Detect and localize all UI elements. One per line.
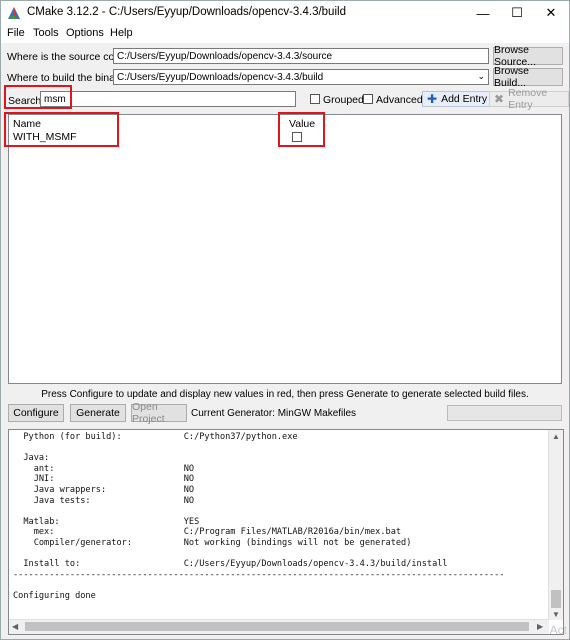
remove-entry-button[interactable]: ✖ Remove Entry [489,87,569,111]
maximize-button[interactable]: ☐ [500,1,534,25]
progress-bar [447,405,562,421]
activation-watermark: Act [549,623,567,637]
menu-bar: File Tools Options Help [1,25,569,43]
minimize-button[interactable]: — [466,1,500,25]
scroll-right-icon[interactable]: ▶ [537,622,543,631]
title-bar: CMake 3.12.2 - C:/Users/Eyyup/Downloads/… [1,1,569,25]
scroll-up-icon[interactable]: ▲ [552,432,560,441]
value-column-highlight-box [278,112,325,147]
chevron-down-icon[interactable]: ⌄ [477,71,485,82]
add-entry-button[interactable]: ✚ Add Entry [422,91,493,107]
menu-help[interactable]: Help [110,27,133,39]
browse-build-button[interactable]: Browse Build... [493,65,563,89]
log-horizontal-scroll-thumb[interactable] [25,622,529,631]
open-project-button[interactable]: Open Project [131,401,187,425]
close-button[interactable]: ✕ [534,1,568,25]
log-vertical-scroll-thumb[interactable] [551,590,561,608]
search-input[interactable]: msm [40,91,296,107]
advanced-checkbox[interactable] [363,94,373,104]
output-log[interactable]: Python (for build): C:/Python37/python.e… [8,429,564,635]
menu-options[interactable]: Options [66,27,104,39]
grouped-checkbox[interactable] [310,94,320,104]
scroll-down-icon[interactable]: ▼ [552,610,560,619]
minimize-icon: — [476,5,490,21]
remove-entry-label: Remove Entry [508,87,548,111]
add-entry-label: Add Entry [441,93,488,105]
scroll-left-icon[interactable]: ◀ [12,622,18,631]
window-title: CMake 3.12.2 - C:/Users/Eyyup/Downloads/… [27,6,346,18]
advanced-label: Advanced [376,94,423,106]
source-path-input[interactable]: C:/Users/Eyyup/Downloads/opencv-3.4.3/so… [113,48,489,64]
source-label: Where is the source code: [7,51,129,63]
log-horizontal-scrollbar[interactable]: ◀ ▶ [9,619,549,634]
build-path-value: C:/Users/Eyyup/Downloads/opencv-3.4.3/bu… [117,72,324,83]
cmake-triangle-icon [8,7,20,19]
close-icon: ✕ [545,5,557,20]
current-generator-label: Current Generator: MinGW Makefiles [191,408,357,419]
generate-button[interactable]: Generate [70,404,126,422]
grouped-label: Grouped [323,94,364,106]
minus-icon: ✖ [494,92,505,106]
cmake-window: CMake 3.12.2 - C:/Users/Eyyup/Downloads/… [0,0,570,640]
maximize-icon: ☐ [511,5,523,20]
configure-button[interactable]: Configure [8,404,64,422]
status-message: Press Configure to update and display ne… [41,389,529,400]
menu-file[interactable]: File [7,27,25,39]
cache-table[interactable]: Name Value WITH_MSMF [8,114,562,384]
browse-source-button[interactable]: Browse Source... [493,44,563,68]
name-column-highlight-box [4,112,119,147]
log-vertical-scrollbar[interactable]: ▲ ▼ [548,430,563,620]
build-path-combo[interactable]: C:/Users/Eyyup/Downloads/opencv-3.4.3/bu… [113,69,489,85]
log-text: Python (for build): C:/Python37/python.e… [13,432,505,601]
menu-tools[interactable]: Tools [33,27,59,39]
plus-icon: ✚ [427,92,438,106]
search-highlight-box [4,85,72,109]
